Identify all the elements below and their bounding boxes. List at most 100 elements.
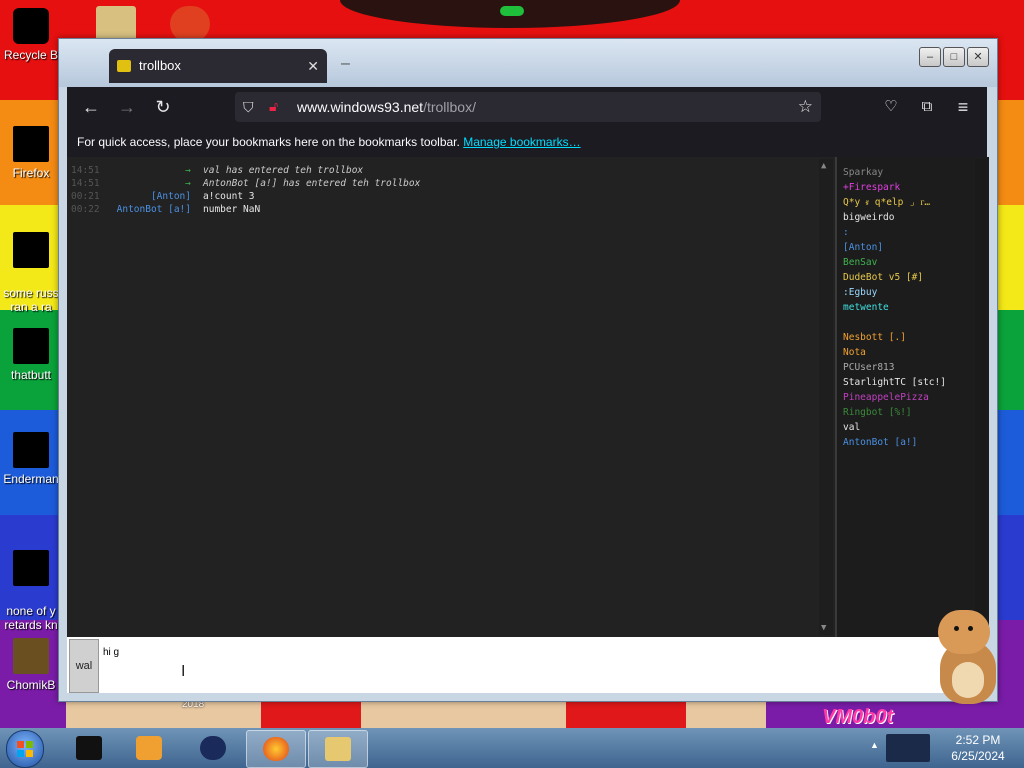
media-player-icon — [136, 736, 162, 760]
user-list-item[interactable]: val — [843, 420, 860, 435]
url-bar[interactable]: ⛉ 🔓︎ www.windows93.net/trollbox/ ☆ — [235, 92, 821, 122]
user-list-item[interactable]: [Anton] — [843, 240, 883, 255]
user-list-item[interactable]: : — [843, 225, 849, 240]
clock-date: 6/25/2024 — [951, 749, 1005, 763]
url-text[interactable]: www.windows93.net/trollbox/ — [297, 99, 476, 115]
user-list-item[interactable]: Sparkay — [843, 165, 883, 180]
insecure-lock-icon[interactable]: 🔓︎ — [269, 98, 278, 115]
user-list-item[interactable]: PineappelePizza — [843, 390, 929, 405]
app-icon — [13, 432, 49, 468]
trollbox-favicon — [117, 60, 131, 72]
user-list-item[interactable]: +Firespark — [843, 180, 900, 195]
hamster-mascot — [926, 610, 1004, 708]
windows-logo-icon — [17, 741, 33, 757]
new-tab-icon[interactable]: – — [341, 55, 350, 73]
message-input[interactable] — [101, 641, 925, 663]
bookmark-star-icon[interactable]: ☆ — [798, 97, 813, 117]
manage-bookmarks-link[interactable]: Manage bookmarks… — [463, 135, 580, 149]
extensions-icon[interactable]: ⧉ — [915, 95, 939, 119]
taskbar-explorer[interactable] — [308, 730, 368, 768]
recycle-bin-icon — [13, 8, 49, 44]
forward-arrow-icon[interactable]: → — [115, 95, 139, 119]
desktop-icon-chomikb[interactable]: ChomikB — [0, 638, 62, 692]
bookmarks-toolbar: For quick access, place your bookmarks h… — [67, 127, 987, 157]
clock[interactable]: 2:52 PM 6/25/2024 — [938, 732, 1018, 764]
window-titlebar[interactable]: trollbox ✕ – – □ ✕ — [59, 39, 997, 87]
desktop-icon-label: ChomikB — [6, 678, 56, 692]
folder-icon — [13, 328, 49, 364]
desktop-icon-label: Enderman — [3, 472, 59, 486]
tab-close-icon[interactable]: ✕ — [307, 49, 319, 83]
user-list-item[interactable]: Q*y ᵲ q*elp ⌟ ᴦ… — [843, 195, 930, 210]
taskbar-media-player[interactable] — [120, 730, 178, 766]
taskbar: ▲ 2:52 PM 6/25/2024 — [0, 728, 1024, 768]
user-list-item[interactable]: BenSav — [843, 255, 877, 270]
user-list-item[interactable]: StarlightTC [stc!] — [843, 375, 946, 390]
menu-icon[interactable]: ≡ — [951, 95, 975, 119]
pocket-icon[interactable]: ♡ — [879, 95, 903, 119]
taskbar-app-3[interactable] — [184, 730, 242, 766]
user-list-item[interactable]: Ringbot [%!] — [843, 405, 912, 420]
start-button[interactable] — [6, 730, 44, 768]
desktop-icon-thatbutt[interactable]: thatbutt — [0, 328, 62, 382]
maximize-button[interactable]: □ — [943, 47, 965, 67]
globe-icon — [200, 736, 226, 760]
close-button[interactable]: ✕ — [967, 47, 989, 67]
user-list-item[interactable]: Nesbott [.] — [843, 330, 906, 345]
message-input-bar: wal I — [67, 637, 947, 693]
minimize-button[interactable]: – — [919, 47, 941, 67]
wallpaper-decoration-dot — [500, 6, 524, 16]
chat-scrollbar[interactable]: ▲ ▼ — [819, 159, 833, 635]
clock-time: 2:52 PM — [955, 733, 1001, 747]
user-list-item[interactable]: :Egbuy — [843, 285, 877, 300]
chat-nick[interactable]: [Anton] — [67, 190, 191, 203]
hamster-icon — [13, 638, 49, 674]
user-list-scrollbar[interactable] — [975, 159, 987, 635]
desktop-icon-enderman[interactable]: Enderman — [0, 432, 62, 486]
desktop-icon-recycle-bin[interactable]: Recycle B — [0, 8, 62, 62]
desktop-icon-label: Recycle B — [3, 48, 59, 62]
user-list-item[interactable]: AntonBot [a!] — [843, 435, 917, 450]
shield-icon[interactable]: ⛉ — [243, 99, 257, 115]
tray-icons[interactable] — [886, 734, 930, 762]
browser-tab[interactable]: trollbox ✕ — [109, 49, 327, 83]
chat-nick[interactable]: AntonBot [a!] — [67, 203, 191, 216]
back-arrow-icon[interactable]: ← — [79, 95, 103, 119]
desktop-icon-firefox[interactable]: Firefox — [0, 126, 62, 180]
chat-log[interactable]: 14:51 → val has entered teh trollbox 14:… — [67, 157, 833, 637]
taskbar-firefox[interactable] — [246, 730, 306, 768]
navigation-toolbar: ← → ↻ ⛉ 🔓︎ www.windows93.net/trollbox/ ☆… — [67, 87, 987, 127]
desktop-icon-label: some russ ran a ra — [3, 286, 59, 314]
desktop-app-icon[interactable] — [170, 6, 210, 42]
desktop-icon-label: Firefox — [12, 166, 50, 180]
text-cursor-icon: I — [181, 663, 186, 680]
user-list-item[interactable]: metwente — [843, 300, 889, 315]
trollbox-content: 14:51 → val has entered teh trollbox 14:… — [67, 157, 989, 637]
tray-expand-icon[interactable]: ▲ — [870, 740, 879, 750]
firefox-icon — [263, 737, 289, 761]
folder-icon — [325, 737, 351, 761]
user-list-item[interactable]: PCUser813 — [843, 360, 894, 375]
system-tray: ▲ 2:52 PM 6/25/2024 — [866, 728, 1024, 768]
firefox-icon — [13, 126, 49, 162]
user-list-item[interactable]: bigweirdo — [843, 210, 894, 225]
desktop-icon-label: thatbutt — [10, 368, 52, 382]
bookmarks-hint-text: For quick access, place your bookmarks h… — [77, 135, 460, 149]
browser-window: trollbox ✕ – – □ ✕ ← → ↻ ⛉ 🔓︎ www.window… — [58, 38, 998, 702]
tab-title: trollbox — [139, 58, 181, 73]
file-icon — [13, 550, 49, 586]
taskbar-app-1[interactable] — [60, 730, 118, 766]
desktop-icon-none-of-y[interactable]: none of y retards kn — [0, 536, 62, 646]
desktop-icon-label: none of y retards kn — [4, 604, 58, 632]
reload-icon[interactable]: ↻ — [151, 95, 175, 119]
desktop-folder-icon[interactable] — [96, 6, 136, 42]
desktop-icon-some-russ[interactable]: some russ ran a ra — [0, 218, 62, 328]
wallpaper-logo: VM0b0t — [822, 706, 894, 728]
nick-button[interactable]: wal — [69, 639, 99, 693]
file-icon — [13, 232, 49, 268]
scroll-down-icon[interactable]: ▼ — [821, 623, 826, 633]
user-list: Sparkay +Firespark Q*y ᵲ q*elp ⌟ ᴦ… bigweir… — [835, 157, 989, 637]
user-list-item[interactable]: DudeBot v5 [#] — [843, 270, 923, 285]
scroll-up-icon[interactable]: ▲ — [821, 161, 826, 171]
user-list-item[interactable]: Nota — [843, 345, 866, 360]
